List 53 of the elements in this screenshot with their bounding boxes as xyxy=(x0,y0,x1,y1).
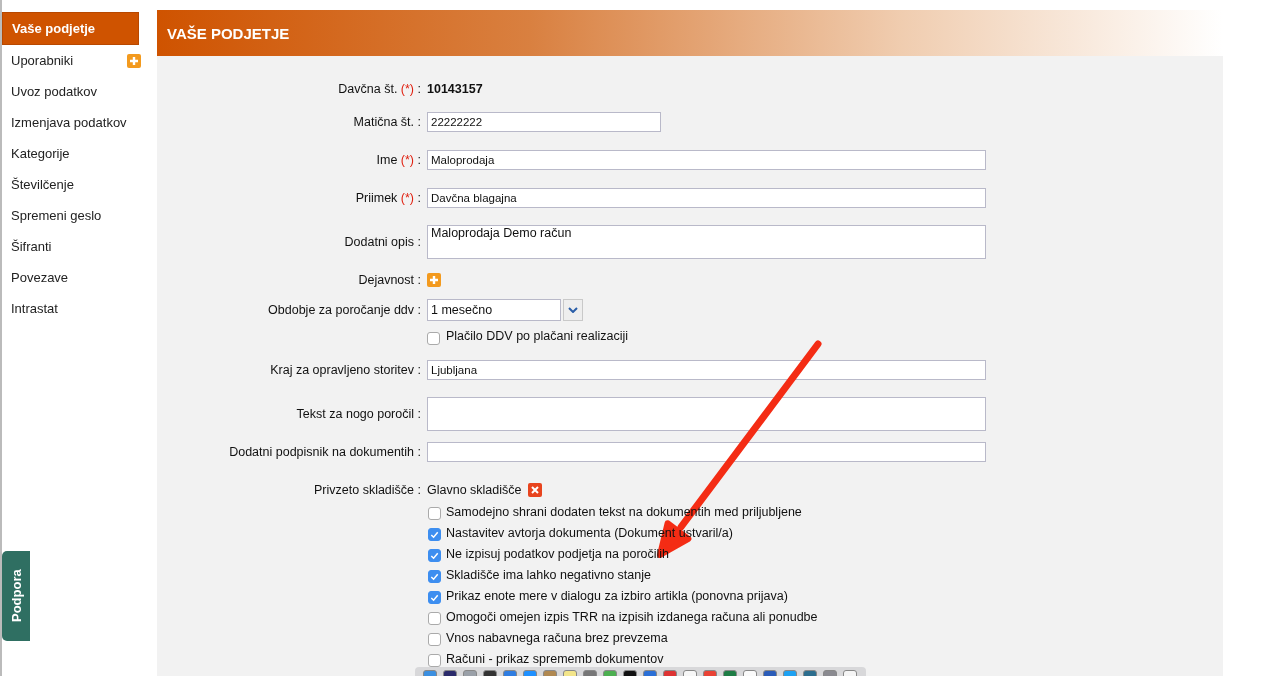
sidebar-item[interactable]: Izmenjava podatkov xyxy=(2,107,139,138)
input-field[interactable]: Davčna blagajna xyxy=(427,188,986,208)
remove-icon[interactable] xyxy=(527,483,542,497)
sidebar-item[interactable]: Številčenje xyxy=(2,169,139,200)
page-title: VAŠE PODJETJE xyxy=(167,24,290,42)
checkbox[interactable] xyxy=(428,612,441,625)
field-label: Davčna št. (*) : xyxy=(338,82,421,96)
add-icon[interactable] xyxy=(427,273,441,287)
field-label: Priimek (*) : xyxy=(355,191,421,205)
checkbox[interactable] xyxy=(427,331,440,345)
sidebar-item[interactable]: Intrastat xyxy=(2,293,139,324)
checkbox-label: Plačilo DDV po plačani realizaciji xyxy=(446,329,629,343)
field-label: Ime (*) : xyxy=(376,153,421,167)
checkbox[interactable] xyxy=(428,570,441,583)
add-icon[interactable] xyxy=(127,53,141,68)
checkbox[interactable] xyxy=(428,654,441,667)
checkbox[interactable] xyxy=(428,633,441,646)
field-label: Obdobje za poročanje ddv : xyxy=(268,303,421,317)
field-label: Privzeto skladišče : xyxy=(314,483,421,497)
support-tab[interactable]: Podpora xyxy=(2,551,30,641)
sidebar-item[interactable]: Uporabniki xyxy=(2,45,139,76)
field-value: 10143157 xyxy=(427,82,483,96)
text-area[interactable] xyxy=(427,397,986,431)
sidebar-item[interactable]: Vaše podjetje xyxy=(2,12,139,45)
checkbox[interactable] xyxy=(428,591,441,604)
sidebar-item[interactable]: Kategorije xyxy=(2,138,139,169)
checkbox-label: Vnos nabavnega računa brez prevzema xyxy=(446,630,668,645)
sidebar-item[interactable]: Povezave xyxy=(2,262,139,293)
sidebar-item[interactable]: Spremeni geslo xyxy=(2,200,139,231)
checkbox-label: Prikaz enote mere v dialogu za izbiro artikla (ponovna prijava) xyxy=(446,588,788,603)
sidebar-item[interactable]: Šifranti xyxy=(2,231,139,262)
checkbox-label: Skladišče ima lahko negativno stanje xyxy=(446,567,651,582)
field-label: Tekst za nogo poročil : xyxy=(296,407,421,421)
checkbox[interactable] xyxy=(428,549,441,562)
input-field[interactable]: Ljubljana xyxy=(427,360,986,380)
checkbox[interactable] xyxy=(428,528,441,541)
field-label: Dodatni podpisnik na dokumentih : xyxy=(229,445,421,459)
input-field[interactable]: Maloprodaja xyxy=(427,150,986,170)
text-area[interactable]: Maloprodaja Demo račun xyxy=(427,225,986,259)
field-value: Glavno skladišče xyxy=(427,483,522,497)
chevron-icon xyxy=(568,307,578,313)
dropdown-button[interactable] xyxy=(563,299,583,321)
field-label: Dejavnost : xyxy=(358,273,421,287)
checkbox-label: Računi - prikaz sprememb dokumentov xyxy=(446,651,664,666)
input-field[interactable]: 22222222 xyxy=(427,112,661,132)
sidebar-item[interactable]: Uvoz podatkov xyxy=(2,76,139,107)
checkbox[interactable] xyxy=(428,507,441,520)
input-field[interactable] xyxy=(427,442,986,462)
field-label: Dodatni opis : xyxy=(344,235,421,249)
select-field[interactable]: 1 mesečno xyxy=(427,299,561,321)
field-label: Matična št. : xyxy=(353,115,421,129)
field-label: Kraj za opravljeno storitev : xyxy=(270,363,421,377)
checkbox-label: Omogoči omejen izpis TRR na izpisih izdanega računa ali ponudbe xyxy=(446,609,818,624)
